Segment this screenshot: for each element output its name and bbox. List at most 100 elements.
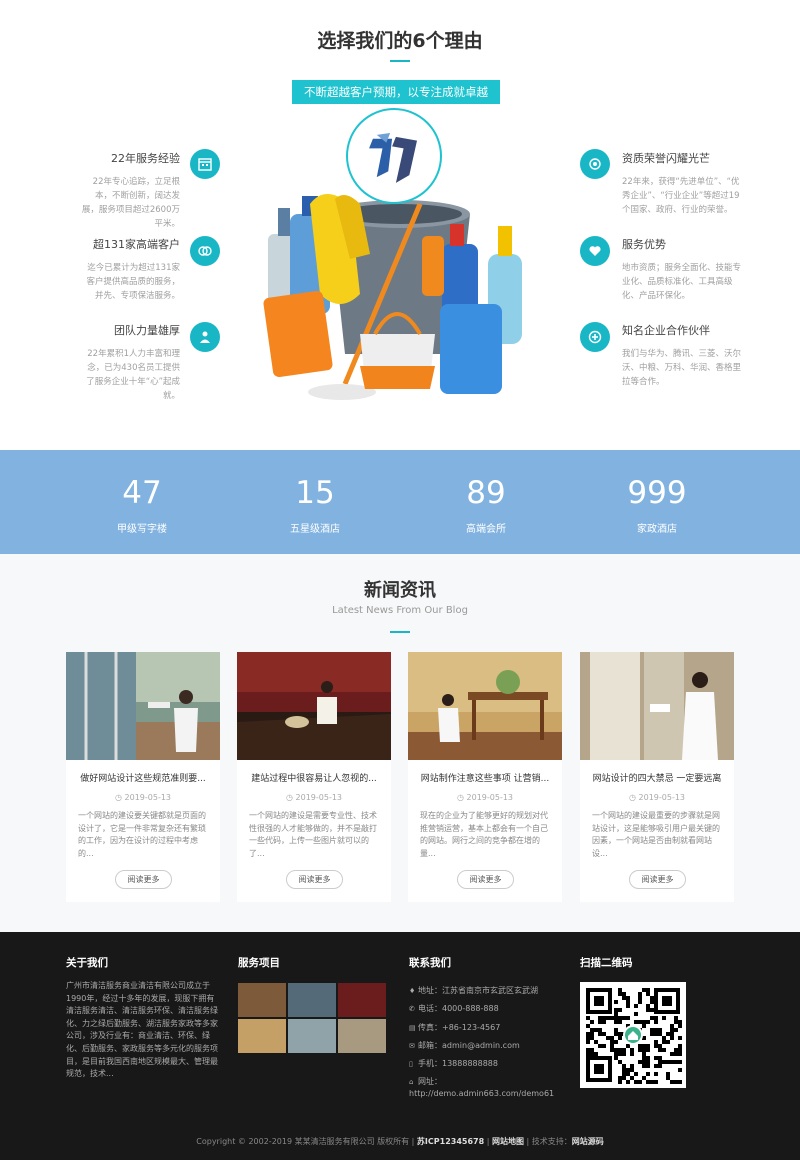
news-card-title[interactable]: 建站过程中很容易让人忽视的...	[237, 760, 391, 784]
heart-icon	[580, 236, 610, 266]
feature-title: 服务优势	[622, 238, 666, 251]
news-card-excerpt: 一个网站的建设要关键都就是页面的设计了，它是一件非常复杂还有繁琐的工作，因为在设…	[78, 811, 206, 858]
feature-desc: 我们与华为、腾讯、三菱、沃尔沃、中粮、万科、华润、香格里拉等合作。	[622, 349, 742, 387]
stat-number: 89	[466, 475, 506, 511]
feature-title: 知名企业合作伙伴	[622, 324, 710, 337]
news-image[interactable]	[408, 652, 562, 760]
title-divider	[390, 631, 410, 633]
news-card[interactable]: 做好网站设计这些规范准则要... ◷ 2019-05-13 一个网站的建设要关键…	[66, 652, 220, 902]
mobile-icon: ▯	[409, 1060, 413, 1069]
service-thumb[interactable]	[338, 1019, 386, 1053]
news-card-title[interactable]: 做好网站设计这些规范准则要...	[66, 760, 220, 784]
news-section: 新闻资讯 Latest News From Our Blog 做好网站设计这些规…	[0, 554, 800, 932]
contact-mobile: ▯ 手机：13888888888	[409, 1055, 559, 1073]
feature-team: 团队力量雄厚 22年累积1人力丰富和理念，已为430名员工提供了服务企业十年“心…	[20, 322, 180, 403]
feature-desc: 22年来，获得“先进单位”、“优秀企业”、“行业企业”等超过19个国家、政府、行…	[622, 177, 740, 215]
location-icon: ♦	[409, 987, 416, 995]
stats-section: 47 甲级写字楼 15 五星级酒店 89 高端会所 999 家政酒店	[0, 450, 800, 554]
footer-contact-list: ♦ 地址：江苏省南京市玄武区玄武湖 ✆ 电话：4000-888-888 ▤ 传真：+8…	[409, 982, 559, 1100]
stat-number: 15	[295, 475, 335, 511]
reasons-title: 选择我们的6个理由	[317, 30, 483, 52]
news-card-date: ◷ 2019-05-13	[114, 793, 172, 802]
news-card[interactable]: 网站设计的四大禁忌 一定要远离 ◷ 2019-05-13 一个网站的建设最重要的…	[580, 652, 734, 902]
feature-title: 团队力量雄厚	[114, 324, 180, 337]
contact-address: ♦ 地址：江苏省南京市玄武区玄武湖	[409, 982, 559, 1000]
stat-clubs: 89 高端会所	[406, 474, 566, 535]
feature-desc: 22年累积1人力丰富和理念，已为430名员工提供了服务企业十年“心”起成就。	[86, 349, 180, 401]
home-icon: ⌂	[409, 1078, 414, 1087]
feature-clients: 超131家高端客户 迄今已累计为超过131家客户提供高品质的服务，并先、专项保洁…	[20, 236, 180, 303]
news-image[interactable]	[580, 652, 734, 760]
icp-link[interactable]: 苏ICP12345678	[417, 1137, 484, 1146]
news-card[interactable]: 建站过程中很容易让人忽视的... ◷ 2019-05-13 一个网站的建设是需要…	[237, 652, 391, 902]
stat-label: 高端会所	[466, 524, 506, 535]
news-card-excerpt: 现在的企业为了能够更好的规划对代推营销运营，基本上都会有一个自己的网站。网行之间…	[420, 811, 548, 858]
feature-partners: 知名企业合作伙伴 我们与华为、腾讯、三菱、沃尔沃、中粮、万科、华润、香格里拉等合…	[622, 322, 742, 389]
read-more-button[interactable]: 阅读更多	[629, 870, 686, 889]
title-divider	[390, 60, 410, 62]
news-card-excerpt: 一个网站的建设最重要的步骤就是网站设计，这是能够吸引用户最关键的因素，一个网站是…	[592, 811, 720, 858]
clock-icon: ◷	[285, 793, 296, 802]
qr-code	[580, 982, 686, 1088]
feature-desc: 地市资质；服务全面化、技能专业化、品质标准化、工具高级化、产品环保化。	[622, 263, 742, 301]
footer: 关于我们 广州市清洁服务商业清洁有限公司成立于1990年，经过十多年的发展，现服…	[0, 932, 800, 1160]
read-more-button[interactable]: 阅读更多	[115, 870, 172, 889]
footer-services-title: 服务项目	[238, 957, 280, 969]
footer-contact-title: 联系我们	[409, 957, 451, 969]
news-card-title[interactable]: 网站制作注意这些事项 让营销...	[408, 760, 562, 784]
news-card-date: ◷ 2019-05-13	[628, 793, 686, 802]
news-card-date: ◷ 2019-05-13	[285, 793, 343, 802]
sitemap-link[interactable]: 网站地图	[492, 1137, 524, 1146]
stat-label: 五星级酒店	[290, 524, 340, 535]
news-subtitle: Latest News From Our Blog	[332, 605, 468, 616]
feature-experience: 22年服务经验 22年专心追踪，立足根本，不断创新，阔达发展，服务项目超过260…	[20, 150, 180, 231]
read-more-button[interactable]: 阅读更多	[457, 870, 514, 889]
reasons-banner: 不断超越客户预期，以专注成就卓越	[292, 80, 500, 104]
team-icon	[190, 322, 220, 352]
handshake-icon	[190, 236, 220, 266]
news-card-excerpt: 一个网站的建设是需要专业性、技术性很强的人才能够做的，并不是敲打一些代码，上传一…	[249, 811, 377, 858]
clock-icon: ◷	[114, 793, 125, 802]
contact-website[interactable]: ⌂ 网址：	[409, 1076, 559, 1088]
stat-office-buildings: 47 甲级写字楼	[62, 474, 222, 535]
brand-logo	[346, 108, 442, 204]
news-image[interactable]	[237, 652, 391, 760]
service-thumb[interactable]	[288, 1019, 336, 1053]
contact-email[interactable]: ✉ 邮箱：admin@admin.com	[409, 1037, 559, 1055]
news-title: 新闻资讯	[364, 580, 436, 601]
service-thumb[interactable]	[288, 983, 336, 1017]
mail-icon: ✉	[409, 1041, 415, 1050]
service-thumb[interactable]	[238, 1019, 286, 1053]
award-icon	[580, 149, 610, 179]
reasons-section: 选择我们的6个理由 不断超越客户预期，以专注成就卓越 22年服务经验 22年专心…	[0, 0, 800, 450]
clock-icon: ◷	[628, 793, 639, 802]
service-thumbnails	[238, 983, 388, 1055]
news-card-date: ◷ 2019-05-13	[456, 793, 514, 802]
stat-hotels: 15 五星级酒店	[235, 474, 395, 535]
stat-number: 47	[122, 475, 162, 511]
contact-website-url[interactable]: http://demo.admin663.com/demo61	[409, 1088, 559, 1100]
contact-phone: ✆ 电话：4000-888-888	[409, 1000, 559, 1018]
news-card-title[interactable]: 网站设计的四大禁忌 一定要远离	[580, 760, 734, 784]
service-thumb[interactable]	[338, 983, 386, 1017]
fax-icon: ▤	[409, 1023, 416, 1032]
feature-advantages: 服务优势 地市资质；服务全面化、技能专业化、品质标准化、工具高级化、产品环保化。	[622, 236, 742, 303]
feature-desc: 迄今已累计为超过131家客户提供高品质的服务，并先、专项保洁服务。	[86, 263, 180, 301]
contact-fax: ▤ 传真：+86-123-4567	[409, 1019, 559, 1037]
read-more-button[interactable]: 阅读更多	[286, 870, 343, 889]
copyright: Copyright © 2002-2019 某某清洁服务有限公司 版权所有 | …	[196, 1137, 604, 1146]
stat-label: 甲级写字楼	[117, 524, 167, 535]
plus-icon	[580, 322, 610, 352]
news-card[interactable]: 网站制作注意这些事项 让营销... ◷ 2019-05-13 现在的企业为了能够…	[408, 652, 562, 902]
stat-label: 家政酒店	[637, 524, 677, 535]
feature-honors: 资质荣誉闪耀光芒 22年来，获得“先进单位”、“优秀企业”、“行业企业”等超过1…	[622, 150, 742, 217]
footer-about-text: 广州市清洁服务商业清洁有限公司成立于1990年，经过十多年的发展，现服下拥有清洁…	[66, 981, 218, 1079]
stat-domestic: 999 家政酒店	[577, 474, 737, 535]
phone-icon: ✆	[409, 1005, 415, 1014]
news-image[interactable]	[66, 652, 220, 760]
feature-title: 资质荣誉闪耀光芒	[622, 152, 710, 165]
service-thumb[interactable]	[238, 983, 286, 1017]
feature-desc: 22年专心追踪，立足根本，不断创新，阔达发展，服务项目超过2600万平米。	[81, 177, 180, 229]
tech-support-link[interactable]: 网站源码	[572, 1137, 604, 1146]
feature-title: 超131家高端客户	[93, 238, 180, 251]
